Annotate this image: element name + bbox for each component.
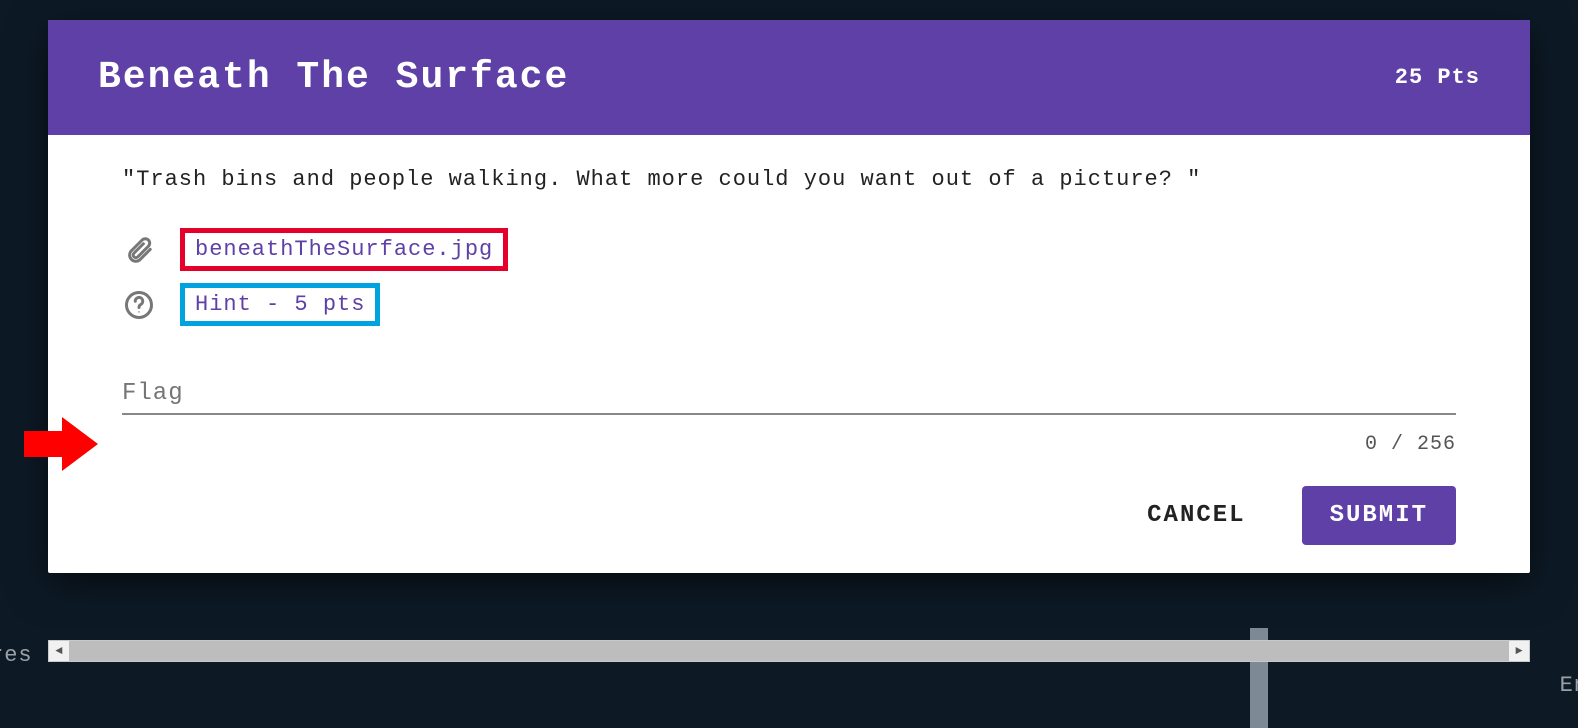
question-icon bbox=[122, 288, 156, 322]
submit-button[interactable]: SUBMIT bbox=[1302, 486, 1456, 545]
paperclip-icon bbox=[122, 233, 156, 267]
cancel-button[interactable]: CANCEL bbox=[1119, 486, 1273, 545]
modal-actions: CANCEL SUBMIT bbox=[122, 486, 1456, 545]
modal-header: Beneath The Surface 25 Pts bbox=[48, 20, 1530, 135]
flag-field-wrap bbox=[122, 374, 1456, 415]
attachment-link[interactable]: beneathTheSurface.jpg bbox=[180, 228, 508, 271]
challenge-modal: Beneath The Surface 25 Pts "Trash bins a… bbox=[48, 20, 1530, 573]
scroll-left-icon[interactable]: ◄ bbox=[49, 641, 69, 661]
background-text-right: En bbox=[1560, 673, 1578, 698]
attachment-row: beneathTheSurface.jpg bbox=[122, 228, 1456, 271]
modal-body: "Trash bins and people walking. What mor… bbox=[48, 135, 1530, 573]
flag-input[interactable] bbox=[122, 374, 1456, 415]
hint-link[interactable]: Hint - 5 pts bbox=[180, 283, 380, 326]
challenge-title: Beneath The Surface bbox=[98, 56, 569, 99]
challenge-points: 25 Pts bbox=[1395, 65, 1480, 90]
char-counter: 0 / 256 bbox=[122, 433, 1456, 456]
horizontal-scrollbar[interactable]: ◄ ► bbox=[48, 640, 1530, 662]
hint-row: Hint - 5 pts bbox=[122, 283, 1456, 326]
challenge-prompt: "Trash bins and people walking. What mor… bbox=[122, 167, 1456, 192]
scroll-right-icon[interactable]: ► bbox=[1509, 641, 1529, 661]
scroll-track[interactable] bbox=[69, 641, 1509, 661]
background-text-left: res bbox=[0, 643, 33, 668]
